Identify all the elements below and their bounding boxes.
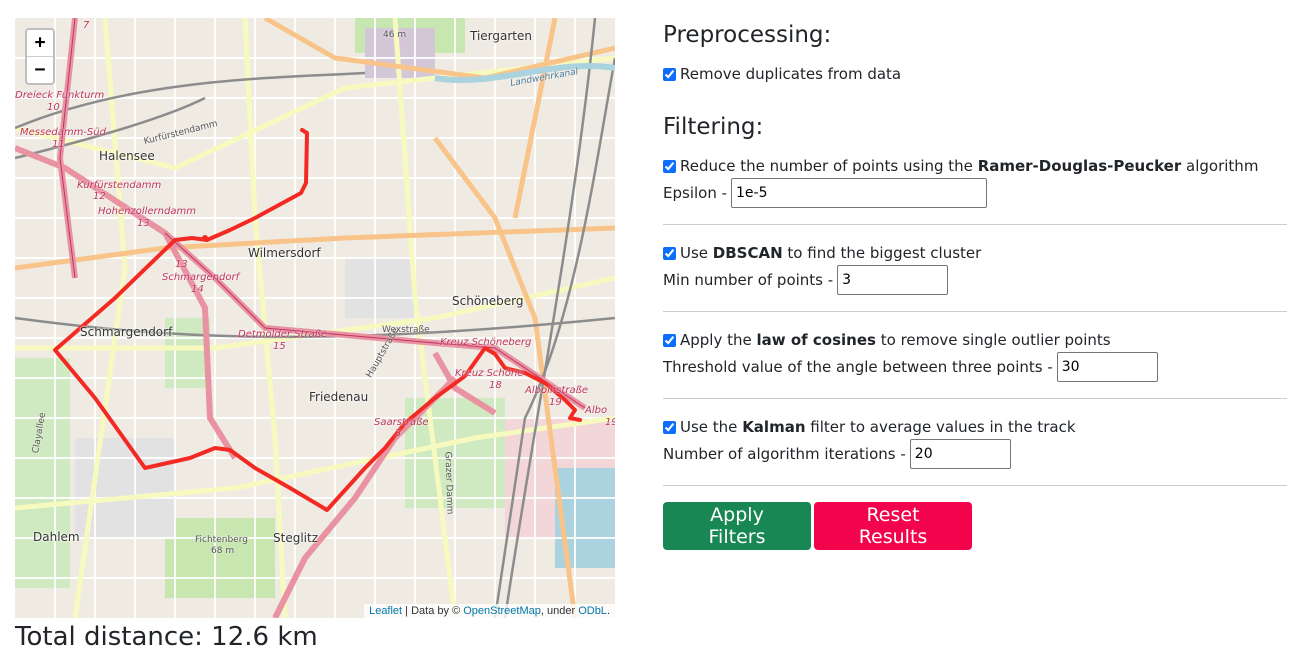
angle-threshold-row: Threshold value of the angle between thr… bbox=[663, 352, 1158, 382]
road-label: Kreuz Schöneberg bbox=[440, 337, 532, 348]
epsilon-input[interactable] bbox=[731, 178, 988, 208]
osm-link[interactable]: OpenStreetMap bbox=[463, 605, 541, 617]
total-distance: Total distance: 12.6 km bbox=[15, 622, 318, 652]
map-label: Schmargendorf bbox=[80, 325, 173, 339]
zoom-control: + − bbox=[25, 28, 55, 85]
exit-number: 19 bbox=[605, 417, 615, 428]
exit-number: 15 bbox=[273, 341, 286, 352]
divider bbox=[663, 224, 1287, 225]
map-label: Wilmersdorf bbox=[248, 246, 321, 260]
divider bbox=[663, 398, 1287, 399]
road-label: Saarstraße bbox=[374, 417, 429, 428]
road-label: Alboinstraße bbox=[525, 385, 589, 396]
road-label: Hohenzollerndamm bbox=[98, 206, 196, 217]
iterations-label: Number of algorithm iterations - bbox=[663, 445, 906, 463]
cosines-checkbox[interactable] bbox=[663, 333, 676, 347]
cosines-label: Apply the law of cosines to remove singl… bbox=[680, 331, 1111, 349]
exit-number: 7 bbox=[83, 20, 90, 31]
road-label: Detmolder Straße bbox=[238, 329, 328, 340]
reset-results-button[interactable]: Reset Results bbox=[814, 502, 972, 550]
cosines-option: Apply the law of cosines to remove singl… bbox=[663, 331, 1111, 349]
angle-threshold-label: Threshold value of the angle between thr… bbox=[663, 358, 1053, 376]
angle-threshold-input[interactable] bbox=[1056, 352, 1158, 382]
attribution-text: , under bbox=[540, 605, 579, 617]
dbscan-checkbox[interactable] bbox=[663, 246, 676, 260]
exit-number: 11 bbox=[52, 139, 65, 150]
exit-number: 12 bbox=[93, 191, 106, 202]
preprocessing-heading: Preprocessing: bbox=[663, 22, 832, 48]
map-label: Steglitz bbox=[273, 531, 318, 545]
min-points-input[interactable] bbox=[837, 265, 949, 295]
iterations-row: Number of algorithm iterations - bbox=[663, 439, 1011, 469]
remove-duplicates-label: Remove duplicates from data bbox=[680, 65, 902, 83]
road-label: Schmargendorf bbox=[162, 272, 240, 283]
epsilon-label: Epsilon - bbox=[663, 184, 728, 202]
dbscan-option: Use DBSCAN to find the biggest cluster bbox=[663, 244, 981, 262]
exit-number: 3 bbox=[395, 428, 402, 439]
map-label: Tiergarten bbox=[470, 29, 532, 43]
map-label: Friedenau bbox=[309, 390, 369, 404]
filtering-heading: Filtering: bbox=[663, 114, 764, 140]
attribution-text: . bbox=[606, 605, 610, 617]
map-attribution: Leaflet | Data by © OpenStreetMap, under… bbox=[364, 604, 615, 618]
zoom-out-button[interactable]: − bbox=[27, 56, 53, 83]
rdp-label: Reduce the number of points using the Ra… bbox=[680, 157, 1259, 175]
map-tiles bbox=[15, 18, 615, 618]
odbl-link[interactable]: ODbL bbox=[578, 605, 607, 617]
rdp-checkbox[interactable] bbox=[663, 159, 676, 173]
divider bbox=[663, 485, 1287, 486]
min-points-label: Min number of points - bbox=[663, 271, 834, 289]
road-label: Kreuz Schöne bbox=[455, 368, 524, 379]
rdp-option: Reduce the number of points using the Ra… bbox=[663, 157, 1258, 175]
iterations-input[interactable] bbox=[909, 439, 1011, 469]
remove-duplicates-option: Remove duplicates from data bbox=[663, 65, 901, 83]
exit-number: 19 bbox=[549, 397, 562, 408]
zoom-in-button[interactable]: + bbox=[27, 30, 53, 56]
map-label: 68 m bbox=[211, 546, 235, 556]
road-label: Kurfürstendamm bbox=[77, 180, 162, 191]
kalman-label: Use the Kalman filter to average values … bbox=[680, 418, 1076, 436]
leaflet-link[interactable]: Leaflet bbox=[369, 605, 402, 617]
kalman-option: Use the Kalman filter to average values … bbox=[663, 418, 1076, 436]
exit-number: 13 bbox=[137, 218, 150, 229]
map[interactable]: + − Tiergarten Halensee Wilmersdorf Schö… bbox=[15, 18, 615, 618]
epsilon-row: Epsilon - bbox=[663, 178, 988, 208]
map-label: 46 m bbox=[383, 30, 407, 40]
attribution-text: | Data by © bbox=[402, 605, 464, 617]
remove-duplicates-checkbox[interactable] bbox=[663, 67, 676, 81]
road-label: Messedamm-Süd bbox=[20, 127, 106, 138]
map-label: Fichtenberg bbox=[195, 535, 248, 545]
min-points-row: Min number of points - bbox=[663, 265, 949, 295]
kalman-checkbox[interactable] bbox=[663, 420, 676, 434]
map-label: Schöneberg bbox=[452, 294, 524, 308]
divider bbox=[663, 311, 1287, 312]
exit-number: 10 bbox=[47, 102, 60, 113]
exit-number: 14 bbox=[191, 284, 204, 295]
map-label: Dahlem bbox=[33, 530, 80, 544]
road-label: Albo bbox=[585, 405, 608, 416]
apply-filters-button[interactable]: Apply Filters bbox=[663, 502, 811, 550]
dbscan-label: Use DBSCAN to find the biggest cluster bbox=[680, 244, 982, 262]
road-label: Dreieck Funkturm bbox=[15, 90, 105, 101]
exit-number: 18 bbox=[489, 380, 502, 391]
map-label: Halensee bbox=[99, 149, 155, 163]
exit-number: 13 bbox=[175, 259, 188, 270]
